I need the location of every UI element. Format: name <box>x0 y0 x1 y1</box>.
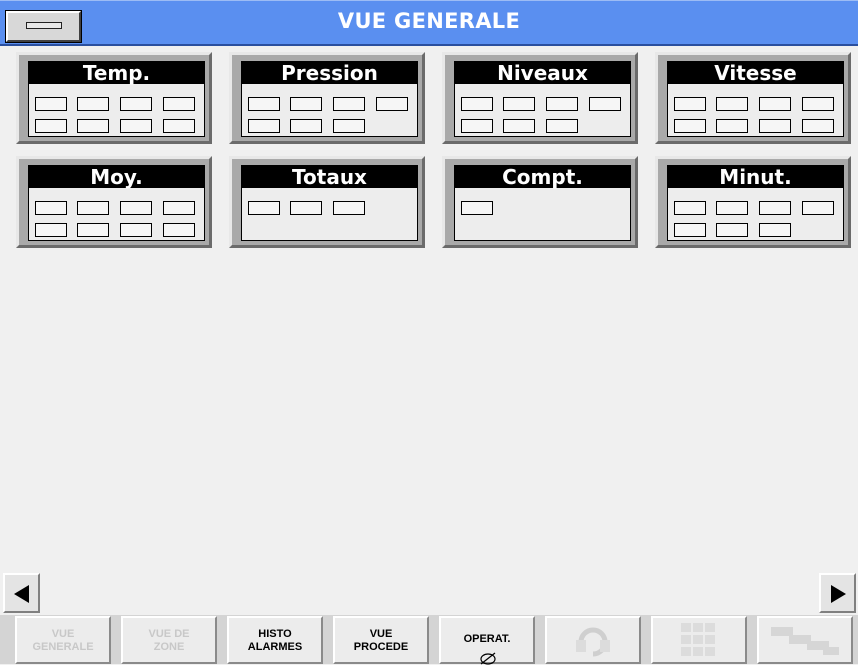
value-field[interactable] <box>716 119 748 133</box>
value-field[interactable] <box>503 119 535 133</box>
value-field[interactable] <box>461 201 493 215</box>
value-field[interactable] <box>546 97 578 111</box>
nav-label: OPERAT. <box>463 633 511 645</box>
panel-compt: Compt. <box>442 156 638 248</box>
stairs-icon <box>771 627 839 655</box>
nav-vue-generale-button[interactable]: VUE GENERALE <box>15 616 111 664</box>
value-field[interactable] <box>503 97 535 111</box>
value-field[interactable] <box>163 97 195 111</box>
value-field[interactable] <box>120 201 152 215</box>
nav-label-line2: ALARMES <box>247 641 303 653</box>
value-field[interactable] <box>759 119 791 133</box>
nav-label-line1: VUE <box>369 628 393 640</box>
circular-arrows-icon <box>576 627 610 657</box>
triangle-right-icon <box>831 585 846 603</box>
panel-title: Niveaux <box>455 62 630 84</box>
panel-title: Compt. <box>455 166 630 188</box>
value-field[interactable] <box>759 223 791 237</box>
title-bar: VUE GENERALE <box>0 0 858 46</box>
panel-temp: Temp. <box>16 52 212 144</box>
value-field[interactable] <box>802 201 834 215</box>
value-field[interactable] <box>163 223 195 237</box>
bottom-nav-bar: VUE GENERALE VUE DE ZONE HISTO ALARMES V… <box>0 615 858 665</box>
nav-label-line2: ZONE <box>153 641 185 653</box>
nav-vue-procede-button[interactable]: VUE PROCEDE <box>333 616 429 664</box>
panel-title: Minut. <box>668 166 843 188</box>
nav-stairs-button[interactable] <box>757 616 853 664</box>
value-field[interactable] <box>759 97 791 111</box>
value-field[interactable] <box>248 97 280 111</box>
triangle-left-icon <box>14 585 29 603</box>
value-field[interactable] <box>759 201 791 215</box>
scroll-left-button[interactable] <box>3 573 40 613</box>
value-field[interactable] <box>77 201 109 215</box>
value-field[interactable] <box>716 201 748 215</box>
value-field[interactable] <box>674 223 706 237</box>
value-field[interactable] <box>35 97 67 111</box>
value-field[interactable] <box>35 119 67 133</box>
value-field[interactable] <box>35 223 67 237</box>
panel-moy: Moy. <box>16 156 212 248</box>
value-field[interactable] <box>376 97 408 111</box>
value-field[interactable] <box>120 97 152 111</box>
value-field[interactable] <box>674 201 706 215</box>
value-field[interactable] <box>120 223 152 237</box>
nav-label-line1: VUE DE <box>148 628 190 640</box>
value-field[interactable] <box>77 119 109 133</box>
panel-minut: Minut. <box>655 156 851 248</box>
nav-label-line2: PROCEDE <box>353 641 409 653</box>
value-field[interactable] <box>248 201 280 215</box>
panel-title: Totaux <box>242 166 417 188</box>
value-field[interactable] <box>77 223 109 237</box>
value-field[interactable] <box>589 97 621 111</box>
nav-grid-button[interactable] <box>651 616 747 664</box>
value-field[interactable] <box>77 97 109 111</box>
value-field[interactable] <box>546 119 578 133</box>
value-field[interactable] <box>333 97 365 111</box>
scroll-right-button[interactable] <box>819 573 856 613</box>
nav-histo-alarmes-button[interactable]: HISTO ALARMES <box>227 616 323 664</box>
nav-label-line1: HISTO <box>258 628 292 640</box>
value-field[interactable] <box>248 119 280 133</box>
nav-label-line1: VUE <box>51 628 75 640</box>
value-field[interactable] <box>674 119 706 133</box>
grid-icon <box>681 623 715 656</box>
value-field[interactable] <box>163 201 195 215</box>
panel-vitesse: Vitesse <box>655 52 851 144</box>
value-field[interactable] <box>333 119 365 133</box>
nav-operat-button[interactable]: OPERAT. <box>439 616 535 665</box>
value-field[interactable] <box>716 223 748 237</box>
value-field[interactable] <box>716 97 748 111</box>
page-title: VUE GENERALE <box>337 9 521 33</box>
panel-title: Temp. <box>29 62 204 84</box>
value-field[interactable] <box>35 201 67 215</box>
value-field[interactable] <box>163 119 195 133</box>
pencil-eraser-icon <box>480 652 496 665</box>
nav-vue-de-zone-button[interactable]: VUE DE ZONE <box>121 616 217 664</box>
panel-title: Vitesse <box>668 62 843 84</box>
value-field[interactable] <box>290 119 322 133</box>
panel-title: Moy. <box>29 166 204 188</box>
nav-label-line2: GENERALE <box>32 641 94 653</box>
value-field[interactable] <box>674 97 706 111</box>
value-field[interactable] <box>333 201 365 215</box>
value-field[interactable] <box>290 97 322 111</box>
panel-pression: Pression <box>229 52 425 144</box>
panel-totaux: Totaux <box>229 156 425 248</box>
value-field[interactable] <box>802 119 834 133</box>
nav-cycle-button[interactable] <box>545 616 641 664</box>
panel-title: Pression <box>242 62 417 84</box>
value-field[interactable] <box>290 201 322 215</box>
value-field[interactable] <box>802 97 834 111</box>
value-field[interactable] <box>461 119 493 133</box>
value-field[interactable] <box>120 119 152 133</box>
value-field[interactable] <box>461 97 493 111</box>
panel-niveaux: Niveaux <box>442 52 638 144</box>
